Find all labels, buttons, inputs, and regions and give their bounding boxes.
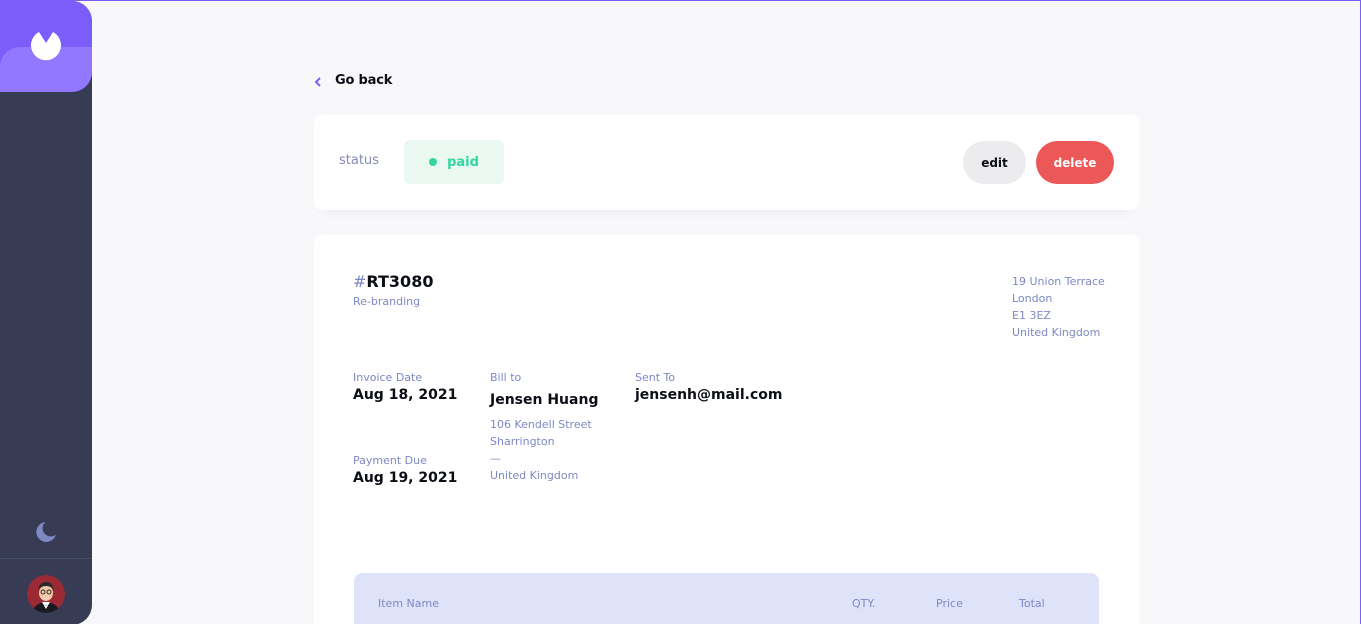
- sidebar-divider: [0, 558, 92, 559]
- column-price: Price: [936, 597, 963, 610]
- sender-address: 19 Union Terrace London E1 3EZ United Ki…: [1012, 273, 1105, 341]
- column-total: Total: [1019, 597, 1045, 610]
- client-name: Jensen Huang: [490, 392, 599, 408]
- column-item-name: Item Name: [378, 597, 439, 610]
- status-badge: paid: [404, 140, 504, 184]
- chevron-left-icon: [314, 76, 321, 87]
- status-bar: status paid edit delete: [314, 115, 1139, 210]
- go-back-link[interactable]: Go back: [314, 73, 392, 88]
- client-email: jensenh@mail.com: [635, 387, 783, 403]
- invoice-id: #RT3080: [353, 272, 433, 291]
- client-country: United Kingdom: [490, 469, 579, 482]
- logo-icon: [31, 32, 62, 61]
- app-logo[interactable]: [0, 1, 92, 92]
- client-address: 106 Kendell Street Sharrington — United …: [490, 416, 592, 484]
- invoice-date: Aug 18, 2021: [353, 387, 458, 403]
- status-label: status: [339, 153, 379, 168]
- payment-due: Aug 19, 2021: [353, 470, 458, 486]
- status-text: paid: [447, 154, 479, 170]
- client-post-code: —: [490, 452, 501, 465]
- column-qty: QTY.: [852, 597, 876, 610]
- invoice-id-prefix: #: [353, 272, 367, 291]
- client-street: 106 Kendell Street: [490, 418, 592, 431]
- delete-button[interactable]: delete: [1036, 141, 1114, 184]
- theme-toggle[interactable]: [35, 521, 57, 547]
- go-back-label: Go back: [335, 73, 393, 88]
- bill-to-label: Bill to: [490, 371, 522, 384]
- invoice-date-label: Invoice Date: [353, 371, 423, 384]
- edit-button[interactable]: edit: [963, 141, 1026, 184]
- client-city: Sharrington: [490, 435, 555, 448]
- payment-due-label: Payment Due: [353, 454, 427, 467]
- status-dot-icon: [429, 158, 438, 166]
- sender-post-code: E1 3EZ: [1012, 309, 1051, 322]
- sender-street: 19 Union Terrace: [1012, 275, 1105, 288]
- sender-city: London: [1012, 292, 1053, 305]
- invoice-details: #RT3080 Re-branding 19 Union Terrace Lon…: [314, 235, 1139, 624]
- avatar[interactable]: [27, 575, 65, 613]
- invoice-description: Re-branding: [353, 295, 421, 308]
- invoice-id-value: RT3080: [366, 272, 434, 291]
- items-table-header: Item Name QTY. Price Total: [354, 573, 1099, 624]
- moon-icon: [36, 522, 56, 542]
- sidebar: [0, 1, 92, 624]
- avatar-image: [27, 575, 65, 613]
- sent-to-label: Sent To: [635, 371, 676, 384]
- sender-country: United Kingdom: [1012, 326, 1101, 339]
